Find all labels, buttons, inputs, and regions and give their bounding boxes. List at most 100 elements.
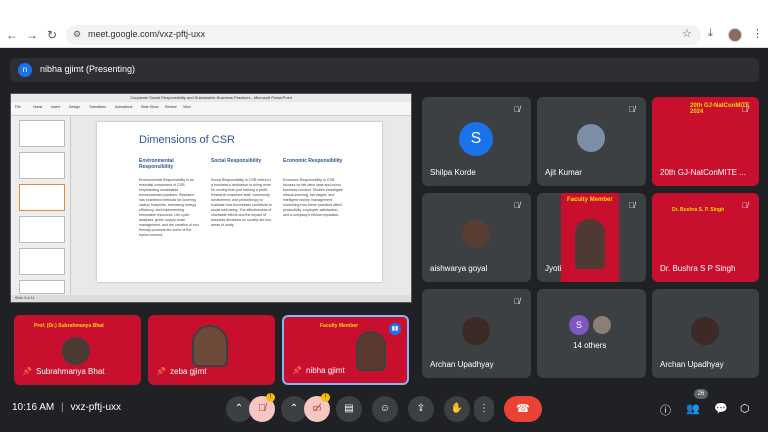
avatar <box>460 315 492 347</box>
participant-tile[interactable]: S 14 others <box>537 289 646 378</box>
meeting-info: 10:16 AM | vxz-pftj-uxx <box>12 402 121 413</box>
participant-tile[interactable]: Prof. (Dr.) Subrahmanya Bhat 📌 Subrahman… <box>14 315 141 385</box>
participant-tile[interactable]: Archan Upadhyay <box>652 289 759 378</box>
participant-name: 14 others <box>573 341 607 350</box>
activities-icon[interactable]: ⬡ <box>740 402 750 415</box>
video-feed: Faculty Member <box>561 193 619 282</box>
column-body: Social Responsibility in CSR refers to a… <box>211 178 272 227</box>
participant-name: Jyoti <box>545 264 562 273</box>
browser-toolbar: ← → ↻ ⚙ meet.google.com/vxz-pftj-uxx ☆ ⤓… <box>0 22 768 48</box>
slide-thumbnail <box>19 280 65 294</box>
participant-tile-active[interactable]: Faculty Member ▮▮ 📌 nibha gjimt <box>282 315 409 385</box>
menu-icon[interactable]: ⋮ <box>752 27 763 40</box>
mic-off-icon: 🎙̸ <box>742 105 748 114</box>
participant-tile[interactable]: 20th GJ-NatConMITE 2024 🎙̸ 20th GJ-NatCo… <box>652 97 759 186</box>
participant-tile[interactable]: 🎙̸ Ajit Kumar <box>537 97 646 186</box>
ribbon-tab: Transitions <box>89 105 106 109</box>
avatar <box>575 122 607 154</box>
speaking-indicator-icon: ▮▮ <box>389 323 401 335</box>
ppt-ribbon: File Home Insert Design Transitions Anim… <box>11 102 411 116</box>
person-video <box>575 219 605 269</box>
participant-tile[interactable]: Faculty Member 🎙̸ Jyoti <box>537 193 646 282</box>
ribbon-tab: View <box>183 105 191 109</box>
participant-name: Ajit Kumar <box>545 168 582 177</box>
people-icon[interactable]: 👥 <box>686 402 700 415</box>
banner-text: Dr. Bushra S. P. Singh <box>672 207 725 213</box>
participant-name: Shilpa Korde <box>430 168 476 177</box>
slide-title: Dimensions of CSR <box>139 134 235 146</box>
participant-name: Archan Upadhyay <box>430 360 494 369</box>
pin-icon[interactable]: 📌 <box>156 367 166 376</box>
column-body: Economic Responsibility in CSR focuses o… <box>283 178 343 217</box>
shared-screen: Corporate Social Responsibility and Sust… <box>10 93 412 303</box>
separator: | <box>61 402 64 413</box>
back-arrow-icon[interactable]: ← <box>4 27 20 43</box>
participant-tile[interactable]: 🎙̸ S Shilpa Korde <box>422 97 531 186</box>
participant-tile[interactable]: 🎙̸ aishwarya goyal <box>422 193 531 282</box>
star-icon[interactable]: ☆ <box>682 27 692 40</box>
present-icon[interactable]: ⇪ <box>408 396 434 422</box>
ppt-status-bar: Slide 3 of 14 <box>11 295 411 302</box>
reload-icon[interactable]: ↻ <box>44 27 60 43</box>
avatar <box>689 315 721 347</box>
ribbon-tab: Home <box>33 105 43 109</box>
slide-thumbnail <box>19 216 65 243</box>
people-count-badge: 26 <box>694 389 708 399</box>
tune-icon[interactable]: ⚙ <box>73 29 81 40</box>
end-call-icon[interactable]: ☎ <box>504 396 542 422</box>
ppt-window-title: Corporate Social Responsibility and Sust… <box>11 94 411 102</box>
column-body: Environmental Responsibility is an essen… <box>139 178 200 237</box>
info-icon[interactable]: ⓘ <box>660 402 671 418</box>
avatar: S <box>569 315 589 335</box>
forward-arrow-icon[interactable]: → <box>24 27 40 43</box>
column-heading: Social Responsibility <box>211 158 262 164</box>
clock: 10:16 AM <box>12 402 55 413</box>
captions-icon[interactable]: ▤ <box>336 396 362 422</box>
mic-off-icon: 🎙̸ <box>629 105 635 114</box>
participant-name: nibha gjimt <box>306 366 345 375</box>
download-icon[interactable]: ⤓ <box>708 27 713 40</box>
mic-warning-badge: ! <box>266 393 275 402</box>
slide-thumbnail <box>19 152 65 179</box>
presenter-avatar: n <box>18 63 32 77</box>
participant-tile[interactable]: 📌 zeba gjimt <box>148 315 275 385</box>
column-heading: Environmental Responsibility <box>139 158 174 170</box>
person-video <box>192 325 228 367</box>
pin-icon[interactable]: 📌 <box>22 367 32 376</box>
mic-off-icon: 🎙̸ <box>629 201 635 210</box>
more-options-icon[interactable]: ⋮ <box>474 396 494 422</box>
participant-tile[interactable]: Dr. Bushra S. P. Singh 🎙̸ Dr. Bushra S P… <box>652 193 759 282</box>
person-video <box>62 337 90 365</box>
banner-text: Faculty Member <box>567 197 613 203</box>
banner-text: Prof. (Dr.) Subrahmanya Bhat <box>34 323 104 329</box>
participant-name: Archan Upadhyay <box>660 360 724 369</box>
slide-thumbnail <box>19 120 65 147</box>
ribbon-tab: Animations <box>115 105 133 109</box>
emoji-icon[interactable]: ☺ <box>372 396 398 422</box>
column-heading: Economic Responsibility <box>283 158 343 164</box>
profile-icon[interactable] <box>728 28 742 42</box>
mic-off-icon: 🎙̸ <box>742 201 748 210</box>
participant-name: aishwarya goyal <box>430 264 488 273</box>
presenter-label: nibha gjimt (Presenting) <box>40 64 136 74</box>
presenter-bar: n nibha gjimt (Presenting) <box>10 58 759 82</box>
meeting-code: vxz-pftj-uxx <box>70 402 121 413</box>
avatar <box>460 218 492 250</box>
participant-name: 20th GJ-NatConMITE ... <box>660 168 746 177</box>
banner-text: Faculty Member <box>320 323 359 329</box>
participant-name: Subrahmanya Bhat <box>36 367 105 376</box>
chat-icon[interactable]: 💬 <box>714 402 728 415</box>
slide-thumbnails <box>11 116 71 296</box>
ribbon-tab: Design <box>69 105 80 109</box>
participant-name: Dr. Bushra S P Singh <box>660 264 736 273</box>
raise-hand-icon[interactable]: ✋ <box>444 396 470 422</box>
pin-icon[interactable]: 📌 <box>292 366 302 375</box>
meet-stage: n nibha gjimt (Presenting) Corporate Soc… <box>0 48 768 432</box>
ribbon-tab: Review <box>165 105 177 109</box>
slide-thumbnail <box>19 248 65 275</box>
mic-off-icon: 🎙̸ <box>514 201 520 210</box>
ribbon-tab: File <box>15 105 21 109</box>
avatar: S <box>459 122 493 156</box>
participant-tile[interactable]: 🎙̸ Archan Upadhyay <box>422 289 531 378</box>
address-bar[interactable]: ⚙ meet.google.com/vxz-pftj-uxx <box>66 25 701 45</box>
